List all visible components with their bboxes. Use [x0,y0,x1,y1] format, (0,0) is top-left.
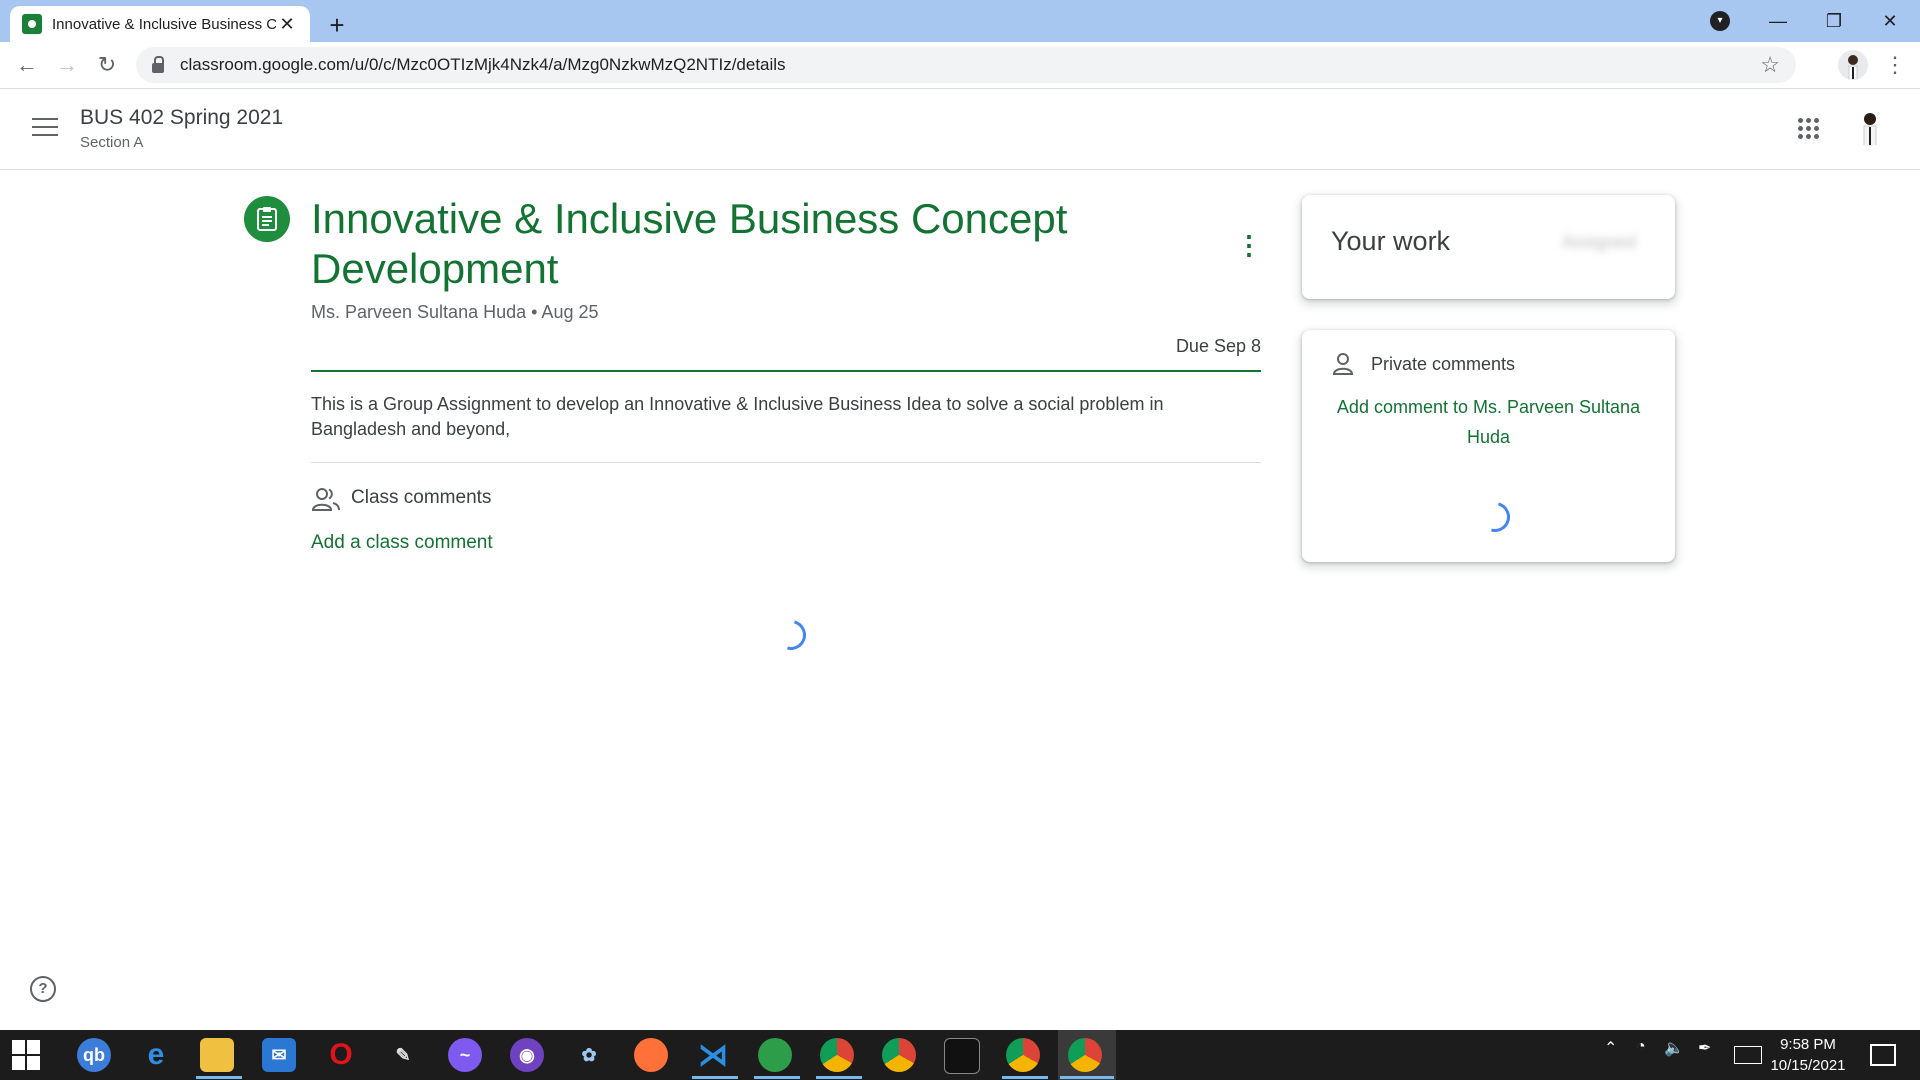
assignment-icon [244,196,290,242]
main-menu-icon[interactable] [32,118,58,138]
assignment-author-date: Ms. Parveen Sultana Huda • Aug 25 [311,302,599,322]
chrome-active-indicator [1060,1076,1114,1079]
description-divider [311,462,1261,463]
clock-date: 10/15/2021 [1770,1057,1846,1074]
add-class-comment-link[interactable]: Add a class comment [311,532,493,554]
messenger-icon[interactable]: ~ [448,1038,482,1072]
new-tab-button[interactable]: + [322,10,352,40]
url-text[interactable]: classroom.google.com/u/0/c/Mzc0OTIzMjk4N… [180,55,1760,75]
class-name[interactable]: BUS 402 Spring 2021 [80,106,283,130]
terminal-icon[interactable] [944,1038,980,1074]
pen-icon[interactable]: ✒ [1698,1038,1711,1058]
qbittorrent-icon[interactable]: qb [77,1038,111,1072]
bookmark-star-icon[interactable]: ☆ [1760,52,1780,78]
chrome-icon[interactable] [820,1038,854,1072]
chrome-profile-dropdown-icon[interactable]: ▾ [1710,11,1730,31]
chrome-icon[interactable] [882,1038,916,1072]
paint-icon[interactable]: ✿ [572,1038,606,1072]
more-options-icon[interactable]: ⋮ [1236,230,1262,260]
file-explorer-active-indicator [196,1076,242,1079]
loading-spinner-icon [770,614,812,656]
chrome-profile-avatar[interactable] [1838,50,1868,80]
firefox-icon[interactable] [634,1038,668,1072]
classroom-header [0,89,1920,170]
private-comments-label: Private comments [1371,354,1516,374]
your-work-title: Your work [1331,226,1451,256]
mail-icon[interactable]: ✉ [262,1038,296,1072]
forward-arrow-icon[interactable]: → [52,50,82,80]
inkscape-icon[interactable]: ✎ [386,1038,420,1072]
chrome-icon[interactable] [1006,1038,1040,1072]
lock-icon [152,56,164,73]
work-status: Assigned [1562,232,1637,252]
vscode-icon[interactable]: ⋊ [696,1038,730,1072]
windows-start-icon[interactable] [12,1040,42,1070]
taskbar-clock[interactable]: 9:58 PM 10/15/2021 [1760,1034,1856,1076]
title-divider [311,370,1261,372]
chrome-active-indicator [1002,1076,1048,1079]
person-icon [1332,352,1354,376]
reload-icon[interactable]: ↻ [92,50,122,80]
chrome-icon[interactable] [1068,1038,1102,1072]
due-date: Due Sep 8 [1175,336,1261,356]
people-icon [311,486,341,512]
github-icon[interactable]: ◉ [510,1038,544,1072]
account-avatar[interactable] [1850,106,1890,146]
class-comments-label: Class comments [351,487,492,508]
show-hidden-icons-icon[interactable]: ⌃ [1604,1038,1617,1058]
tab-title: Innovative & Inclusive Business C [52,15,276,33]
volume-icon[interactable]: 🔈 [1664,1038,1684,1058]
vscode-active-indicator [692,1076,738,1079]
classroom-favicon-icon [22,14,42,34]
restore-button[interactable]: ❐ [1814,6,1854,36]
chrome-active-indicator [816,1076,862,1079]
address-bar[interactable]: classroom.google.com/u/0/c/Mzc0OTIzMjk4N… [136,47,1796,83]
minimize-button[interactable]: — [1758,6,1798,36]
help-icon[interactable]: ? [30,976,56,1002]
opera-icon[interactable]: O [324,1038,358,1072]
tab-close-icon[interactable]: ✕ [276,13,298,35]
browser-tab[interactable]: Innovative & Inclusive Business C ✕ [10,6,310,42]
class-section: Section A [80,134,144,151]
back-arrow-icon[interactable]: ← [12,50,42,80]
assignment-description: This is a Group Assignment to develop an… [311,394,1164,439]
close-window-button[interactable]: ✕ [1870,6,1910,36]
app-active-indicator [754,1076,800,1079]
edge-icon[interactable]: e [139,1038,173,1072]
keyboard-icon[interactable] [1734,1046,1762,1064]
network-icon[interactable]: ◔ [1636,1038,1646,1056]
google-apps-icon[interactable] [1798,118,1820,140]
notifications-icon[interactable] [1870,1044,1896,1066]
clock-time: 9:58 PM [1780,1036,1836,1053]
app-icon[interactable] [758,1038,792,1072]
chrome-menu-icon[interactable]: ⋮ [1884,50,1906,80]
assignment-title: Innovative & Inclusive Business Concept … [311,195,1068,292]
file-explorer-icon[interactable] [200,1038,234,1072]
add-private-comment-link[interactable]: Add comment to Ms. Parveen Sultana Huda [1330,392,1647,452]
